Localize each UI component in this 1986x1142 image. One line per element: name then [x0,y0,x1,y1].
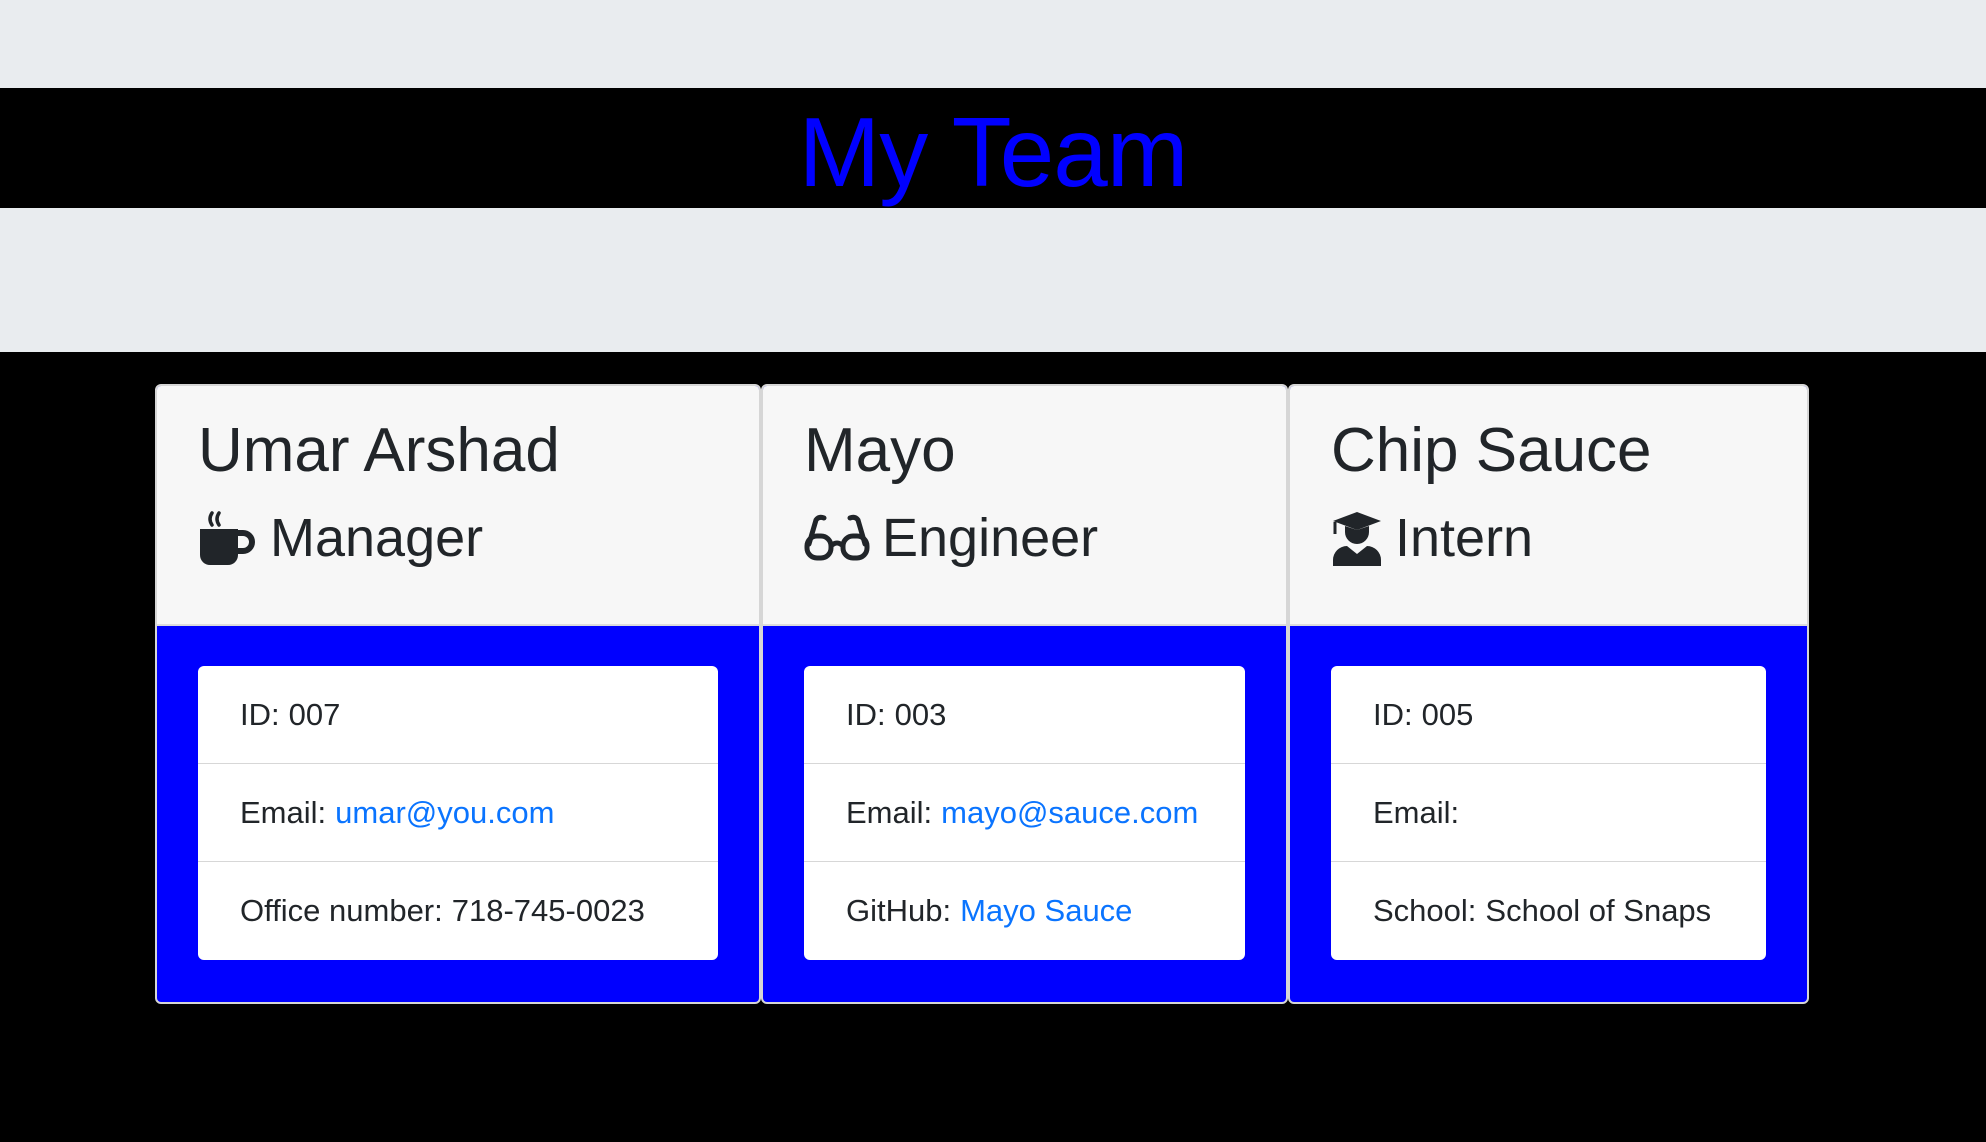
id-label: ID: [240,696,280,732]
email-row: Email: umar@you.com [198,764,718,862]
employee-card-engineer: Mayo Engineer ID: 003 Email: mayo@sauce.… [761,384,1288,1004]
github-row: GitHub: Mayo Sauce [804,862,1245,960]
id-value: 007 [288,696,341,732]
role-label: Manager [270,508,484,569]
office-number-label: Office number: [240,893,443,928]
github-link[interactable]: Mayo Sauce [960,893,1132,929]
email-row: Email: [1331,764,1766,862]
team-cards: Umar Arshad Manager ID: 007 Email: umar@… [155,384,1809,1004]
card-body: ID: 005 Email: School: School of Snaps [1290,626,1807,1002]
employee-name: Umar Arshad [198,416,560,485]
id-value: 005 [1421,696,1474,732]
card-body: ID: 007 Email: umar@you.com Office numbe… [157,626,759,1002]
header-spacer [0,208,1986,352]
email-row: Email: mayo@sauce.com [804,764,1245,862]
office-number-value: 718-745-0023 [451,893,645,928]
employee-card-intern: Chip Sauce Intern ID: 005 Email: School:… [1288,384,1809,1004]
school-row: School: School of Snaps [1331,862,1766,960]
employee-name: Chip Sauce [1331,416,1652,485]
id-row: ID: 005 [1331,666,1766,764]
github-label: GitHub: [846,893,952,928]
glasses-icon [804,514,870,564]
coffee-mug-icon [198,509,258,569]
employee-card-manager: Umar Arshad Manager ID: 007 Email: umar@… [155,384,761,1004]
employee-role: Engineer [804,506,1286,571]
id-row: ID: 003 [804,666,1245,764]
employee-name: Mayo [804,416,956,485]
id-row: ID: 007 [198,666,718,764]
id-label: ID: [846,696,886,732]
employee-role: Manager [198,506,759,571]
details-list: ID: 003 Email: mayo@sauce.com GitHub: Ma… [804,666,1245,960]
top-band [0,0,1986,88]
role-label: Engineer [882,508,1099,569]
email-label: Email: [240,794,327,830]
email-label: Email: [1373,794,1460,830]
office-number-row: Office number: 718-745-0023 [198,862,718,960]
employee-role: Intern [1331,506,1807,571]
details-list: ID: 007 Email: umar@you.com Office numbe… [198,666,718,960]
id-label: ID: [1373,696,1413,732]
role-label: Intern [1395,508,1534,569]
graduate-icon [1331,510,1383,568]
email-link[interactable]: umar@you.com [335,795,554,831]
card-header: Chip Sauce Intern [1290,386,1807,626]
card-body: ID: 003 Email: mayo@sauce.com GitHub: Ma… [763,626,1286,1002]
details-list: ID: 005 Email: School: School of Snaps [1331,666,1766,960]
email-label: Email: [846,794,933,830]
page-title: My Team [798,97,1189,207]
card-header: Mayo Engineer [763,386,1286,626]
school-value: School of Snaps [1485,893,1712,928]
card-header: Umar Arshad Manager [157,386,759,626]
school-label: School: [1373,893,1477,928]
email-link[interactable]: mayo@sauce.com [941,795,1198,831]
id-value: 003 [894,696,947,732]
page-header: My Team [0,88,1986,208]
